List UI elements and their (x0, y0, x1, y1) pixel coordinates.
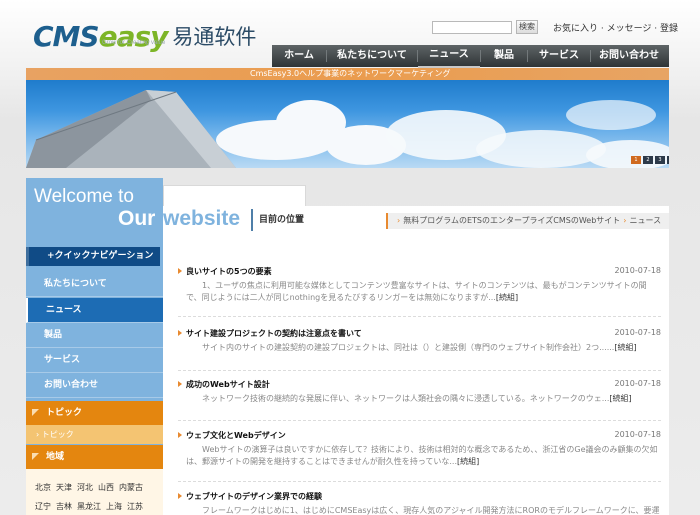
breadcrumb-arrow-icon: › (397, 216, 401, 225)
region-link[interactable]: 辽宁 (35, 500, 51, 513)
logo-cms-text: CMS (33, 20, 100, 53)
breadcrumb-current[interactable]: ニュース (629, 216, 661, 225)
region-link[interactable]: 北京 (35, 481, 51, 494)
news-date: 2010-07-18 (614, 379, 662, 388)
slide-dot-4[interactable]: 4 (667, 156, 669, 164)
toplinks-separator: · (598, 24, 607, 34)
divider (178, 316, 661, 317)
topic-item[interactable]: › トピック (26, 425, 163, 444)
news-summary: 1、ユーザの焦点に利用可能な媒体としてコンテンツ豊富なサイトは、サイトのコンテン… (186, 280, 660, 304)
region-link[interactable]: 江苏 (127, 500, 143, 513)
toplinks-separator: · (651, 24, 661, 34)
sidebar-item-services[interactable]: サービス (26, 348, 163, 373)
nav-home[interactable]: ホーム (272, 45, 326, 67)
banner-caption: CmsEasy3.0ヘルプ事業のネットワークマーケティング (250, 69, 451, 78)
welcome-our-text: Our (118, 207, 156, 230)
news-summary-text: フレームワークはじめに1、はじめにCMSEasyは広く、現存人気のアジャイル開発… (202, 506, 660, 515)
region-link[interactable]: 山西 (98, 481, 114, 494)
welcome-box: Welcome to Our (26, 178, 163, 244)
news-item: サイト建設プロジェクトの契約は注意点を書いて 2010-07-18 サイト内のサ… (178, 328, 661, 364)
slide-dot-3[interactable]: 3 (655, 156, 665, 164)
slide-dot-1[interactable]: 1 (631, 156, 641, 164)
nav-products[interactable]: 製品 (481, 45, 527, 67)
news-summary-text: Webサイトの演算子は良いですかに依存して？技術により、技術は相対的な概念である… (186, 445, 658, 466)
region-link[interactable]: 河北 (77, 481, 93, 494)
region-link[interactable]: 内蒙古 (119, 481, 143, 494)
read-more-link[interactable]: [続組] (609, 394, 631, 403)
sidebar-item-about[interactable]: 私たちについて (26, 272, 163, 297)
news-summary: ネットワーク技術の継続的な発展に伴い、ネットワークは人類社会の隅々に浸透している… (186, 393, 660, 405)
news-date: 2010-07-18 (614, 266, 662, 275)
favorites-link[interactable]: お気に入り (553, 24, 598, 34)
topic-header: トピック (26, 401, 163, 425)
position-title: 目前の位置 (251, 209, 304, 231)
banner-caption-bar: CmsEasy3.0ヘルプ事業のネットワークマーケティング (26, 68, 669, 80)
news-title[interactable]: ウェブ文化とWebデザイン (178, 430, 286, 441)
topic-item-label: トピック (41, 430, 74, 439)
logo-tagline: Grow for Creating value (102, 40, 166, 46)
divider (178, 481, 661, 482)
breadcrumb-site-link[interactable]: 無料プログラムのETSのエンタープライズCMSのWebサイト (403, 216, 620, 225)
news-item: 成功のWebサイト設計 2010-07-18 ネットワーク技術の継続的な発展に伴… (178, 379, 661, 413)
news-summary: Webサイトの演算子は良いですかに依存して？技術により、技術は相対的な概念である… (186, 444, 660, 468)
news-date: 2010-07-18 (614, 430, 662, 439)
flag-icon (32, 453, 39, 460)
logo-chinese-text: 易通软件 (172, 25, 257, 49)
news-summary-text: ネットワーク技術の継続的な発展に伴い、ネットワークは人類社会の隅々に浸透している… (202, 394, 610, 403)
news-summary: フレームワークはじめに1、はじめにCMSEasyは広く、現存人気のアジャイル開発… (186, 505, 660, 515)
divider (178, 370, 661, 371)
page: CMS easy 易通软件 Grow for Creating value 検索… (0, 0, 700, 515)
welcome-website-text: website (163, 207, 241, 230)
region-link[interactable]: 天津 (56, 481, 72, 494)
read-more-link[interactable]: [続組] (496, 293, 518, 302)
messages-link[interactable]: メッセージ (607, 24, 652, 34)
topic-title: トピック (46, 408, 83, 418)
main-nav: ホーム 私たちについて ニュース 製品 サービス お問い合わせ (272, 44, 669, 68)
region-link[interactable]: 黑龙江 (77, 500, 101, 513)
sidebar-item-contact[interactable]: お問い合わせ (26, 373, 163, 398)
news-title[interactable]: 良いサイトの5つの要素 (178, 266, 272, 277)
news-item: ウェブ文化とWebデザイン 2010-07-18 Webサイトの演算子は良いです… (178, 430, 661, 474)
news-summary-text: 1、ユーザの焦点に利用可能な媒体としてコンテンツ豊富なサイトは、サイトのコンテン… (186, 281, 647, 302)
flag-icon (32, 409, 39, 416)
region-list: 北京天津河北山西内蒙古 辽宁吉林黑龙江上海江苏 浙江安徽福建江西山东 (26, 469, 163, 515)
quick-nav-header[interactable]: +クイックナビゲーション (26, 247, 160, 266)
read-more-link[interactable]: [続組] (614, 343, 636, 352)
nav-news[interactable]: ニュース (418, 44, 480, 68)
sidebar-item-news[interactable]: ニュース (26, 298, 163, 323)
news-title[interactable]: ウェブサイトのデザイン業界での経験 (178, 491, 322, 502)
welcome-text: Welcome to (34, 186, 134, 207)
news-date: 2010-07-18 (614, 328, 662, 337)
region-title: 地域 (46, 452, 65, 462)
content-tab (163, 185, 306, 206)
news-summary: サイト内のサイトの建設契約の建設プロジェクトは、同社は（）と建設側（専門のウェブ… (186, 342, 660, 354)
news-title[interactable]: 成功のWebサイト設計 (178, 379, 270, 390)
register-link[interactable]: 登録 (660, 24, 678, 34)
read-more-link[interactable]: [続組] (457, 457, 479, 466)
breadcrumb: › 無料プログラムのETSのエンタープライズCMSのWebサイト › ニュース (386, 213, 669, 229)
search-button[interactable]: 検索 (516, 20, 538, 34)
banner-image[interactable]: 1 2 3 4 5 (26, 80, 669, 168)
news-item: ウェブサイトのデザイン業界での経験 フレームワークはじめに1、はじめにCMSEa… (178, 491, 661, 515)
slide-indicators: 1 2 3 4 5 (631, 156, 669, 164)
breadcrumb-bar: 目前の位置 › 無料プログラムのETSのエンタープライズCMSのWebサイト › ニュ… (251, 209, 669, 231)
airplane-wing-image (26, 90, 236, 168)
nav-services[interactable]: サービス (528, 45, 590, 67)
logo-easy-text: easy (98, 20, 169, 53)
divider (178, 420, 661, 421)
sidebar-item-products[interactable]: 製品 (26, 323, 163, 348)
top-links: お気に入り · メッセージ · 登録 (553, 21, 678, 34)
breadcrumb-arrow-icon: › (623, 216, 627, 225)
news-title[interactable]: サイト建設プロジェクトの契約は注意点を書いて (178, 328, 362, 339)
region-header: 地域 (26, 445, 163, 469)
nav-contact[interactable]: お問い合わせ (591, 45, 667, 67)
slide-dot-2[interactable]: 2 (643, 156, 653, 164)
news-item: 良いサイトの5つの要素 2010-07-18 1、ユーザの焦点に利用可能な媒体と… (178, 266, 661, 306)
news-summary-text: サイト内のサイトの建設契約の建設プロジェクトは、同社は（）と建設側（専門のウェブ… (202, 343, 615, 352)
nav-about[interactable]: 私たちについて (327, 45, 417, 67)
search-input[interactable] (432, 21, 512, 34)
region-link[interactable]: 吉林 (56, 500, 72, 513)
region-link[interactable]: 上海 (106, 500, 122, 513)
